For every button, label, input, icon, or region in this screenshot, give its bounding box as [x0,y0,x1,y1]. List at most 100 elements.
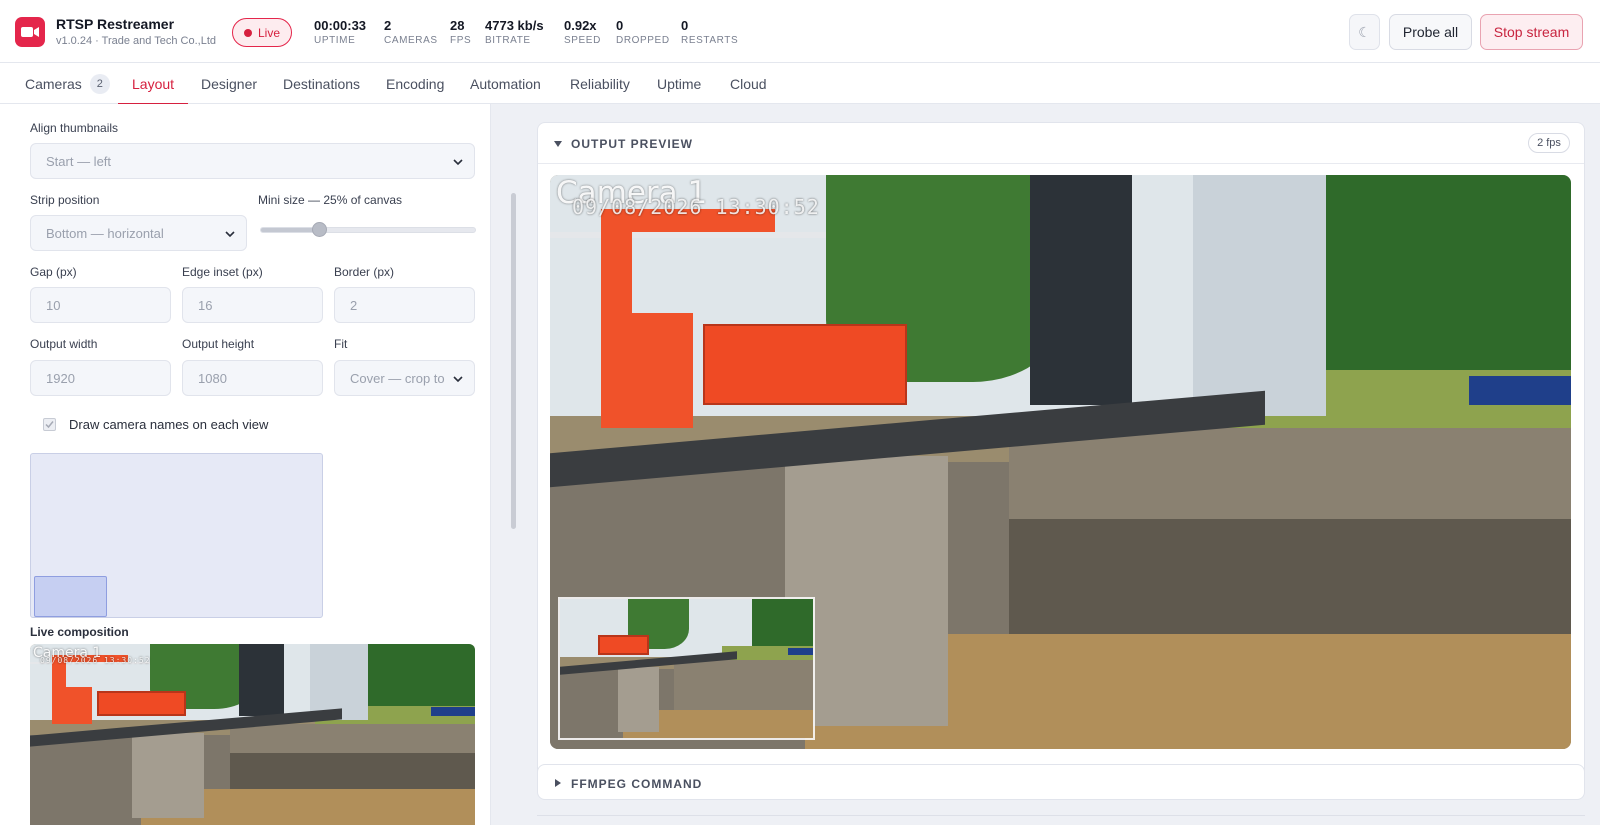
draw-names-label: Draw camera names on each view [69,417,269,432]
moon-icon: ☾ [1358,23,1371,40]
mini-size-label: Mini size — 25% of canvas [258,193,403,207]
timestamp-overlay: 09/08/2026 13:30:52 [572,195,820,219]
stat-value: 4773 kb/s [485,18,544,33]
stat-label: DROPPED [616,35,670,46]
timestamp-overlay: 09/08/2026 13:30:52 [40,656,151,665]
live-label: Live [257,25,280,40]
stat-label: CAMERAS [384,35,438,46]
tab-encoding[interactable]: Encoding [386,63,444,104]
output-height-label: Output height [182,337,255,351]
stat-label: SPEED [564,35,601,46]
edge-inset-label: Edge inset (px) [182,265,263,279]
video-camera-icon [15,17,45,47]
stat-bitrate: 4773 kb/s BITRATE [485,18,544,46]
pip-camera-image [560,599,813,738]
edge-inset-input[interactable]: 16 [182,287,323,323]
input-value: 1920 [46,370,75,386]
live-composition-label: Live composition [30,625,129,639]
fps-badge: 2 fps [1528,133,1570,153]
tab-reliability[interactable]: Reliability [570,63,630,104]
tab-cameras[interactable]: Cameras 2 [25,63,110,104]
strip-position-label: Strip position [30,193,100,207]
probe-all-button[interactable]: Probe all [1389,14,1472,50]
tab-label: Cloud [730,75,767,92]
ffmpeg-command-title: FFMPEG COMMAND [571,777,703,791]
tab-label: Destinations [283,75,361,92]
input-value: 16 [198,297,213,313]
fit-select[interactable]: Cover — crop to [334,360,475,396]
select-value: Cover — crop to [350,370,445,386]
border-label: Border (px) [334,265,395,279]
app-title: RTSP Restreamer [56,16,175,32]
tab-label: Reliability [570,75,630,92]
output-width-input[interactable]: 1920 [30,360,171,396]
theme-toggle-button[interactable]: ☾ [1349,14,1380,50]
tab-label: Designer [201,75,258,92]
mini-thumbnail-slot [34,576,107,617]
pip-thumbnail [558,597,815,740]
top-bar: RTSP Restreamer v1.0.24 · Trade and Tech… [0,0,1600,63]
stat-value: 0.92x [564,18,597,33]
stat-value: 0 [616,18,624,33]
live-dot-icon [243,28,252,37]
stat-label: BITRATE [485,35,531,46]
border-input[interactable]: 2 [334,287,475,323]
stat-label: RESTARTS [681,35,739,46]
strip-position-select[interactable]: Bottom — horizontal [30,215,247,251]
chevron-down-icon [225,231,235,238]
align-thumbnails-label: Align thumbnails [30,121,119,135]
stat-label: FPS [450,35,472,46]
input-value: 10 [46,297,61,313]
stat-speed: 0.92x SPEED [564,18,601,46]
stat-label: UPTIME [314,35,356,46]
stat-fps: 28 FPS [450,18,471,46]
app-subtitle: v1.0.24 · Trade and Tech Co.,Ltd [56,35,217,47]
mini-size-slider[interactable] [260,227,476,233]
divider [537,815,1585,825]
stat-value: 28 [450,18,465,33]
chevron-down-icon [453,376,463,383]
tab-cloud[interactable]: Cloud [730,63,767,104]
checkmark-icon [45,421,54,429]
live-composition-image: Camera 1 09/08/2026 13:30:52 [30,644,475,825]
output-preview-title: OUTPUT PREVIEW [571,137,694,151]
chevron-down-icon [453,159,463,166]
tab-destinations[interactable]: Destinations [283,63,360,104]
ffmpeg-command-card[interactable]: FFMPEG COMMAND [537,764,1585,800]
tab-automation[interactable]: Automation [470,63,541,104]
tab-label: Uptime [657,75,702,92]
fit-label: Fit [334,337,348,351]
gap-input[interactable]: 10 [30,287,171,323]
input-value: 1080 [198,370,227,386]
select-value: Start — left [46,153,112,169]
stop-stream-button[interactable]: Stop stream [1480,14,1583,50]
output-height-input[interactable]: 1080 [182,360,323,396]
output-preview-header[interactable]: OUTPUT PREVIEW 2 fps [538,123,1584,164]
stat-value: 2 [384,18,392,33]
align-thumbnails-select[interactable]: Start — left [30,143,475,179]
live-status-badge: Live [232,18,292,47]
stat-value: 0 [681,18,689,33]
tab-layout[interactable]: Layout [117,63,189,105]
stat-uptime: 00:00:33 UPTIME [314,18,366,46]
stat-cameras: 2 CAMERAS [384,18,438,46]
stat-dropped: 0 DROPPED [616,18,670,46]
main-tabs: Cameras 2 Layout Designer Destinations E… [0,63,1600,105]
select-value: Bottom — horizontal [46,225,164,241]
tab-label: Automation [470,75,541,92]
triangle-down-icon [554,141,562,147]
draw-names-checkbox[interactable] [43,418,56,431]
input-value: 2 [350,297,358,313]
tab-uptime[interactable]: Uptime [657,63,701,104]
stat-value: 00:00:33 [314,18,367,33]
layout-mini-preview [30,453,323,618]
gap-label: Gap (px) [30,265,77,279]
tab-label: Layout [132,75,175,92]
tab-designer[interactable]: Designer [201,63,257,104]
triangle-right-icon [555,779,561,787]
camera-count-badge: 2 [89,73,110,94]
output-width-label: Output width [30,337,98,351]
tab-label: Encoding [386,75,445,92]
tab-label: Cameras [25,75,82,92]
settings-scrollbar[interactable] [511,193,516,529]
